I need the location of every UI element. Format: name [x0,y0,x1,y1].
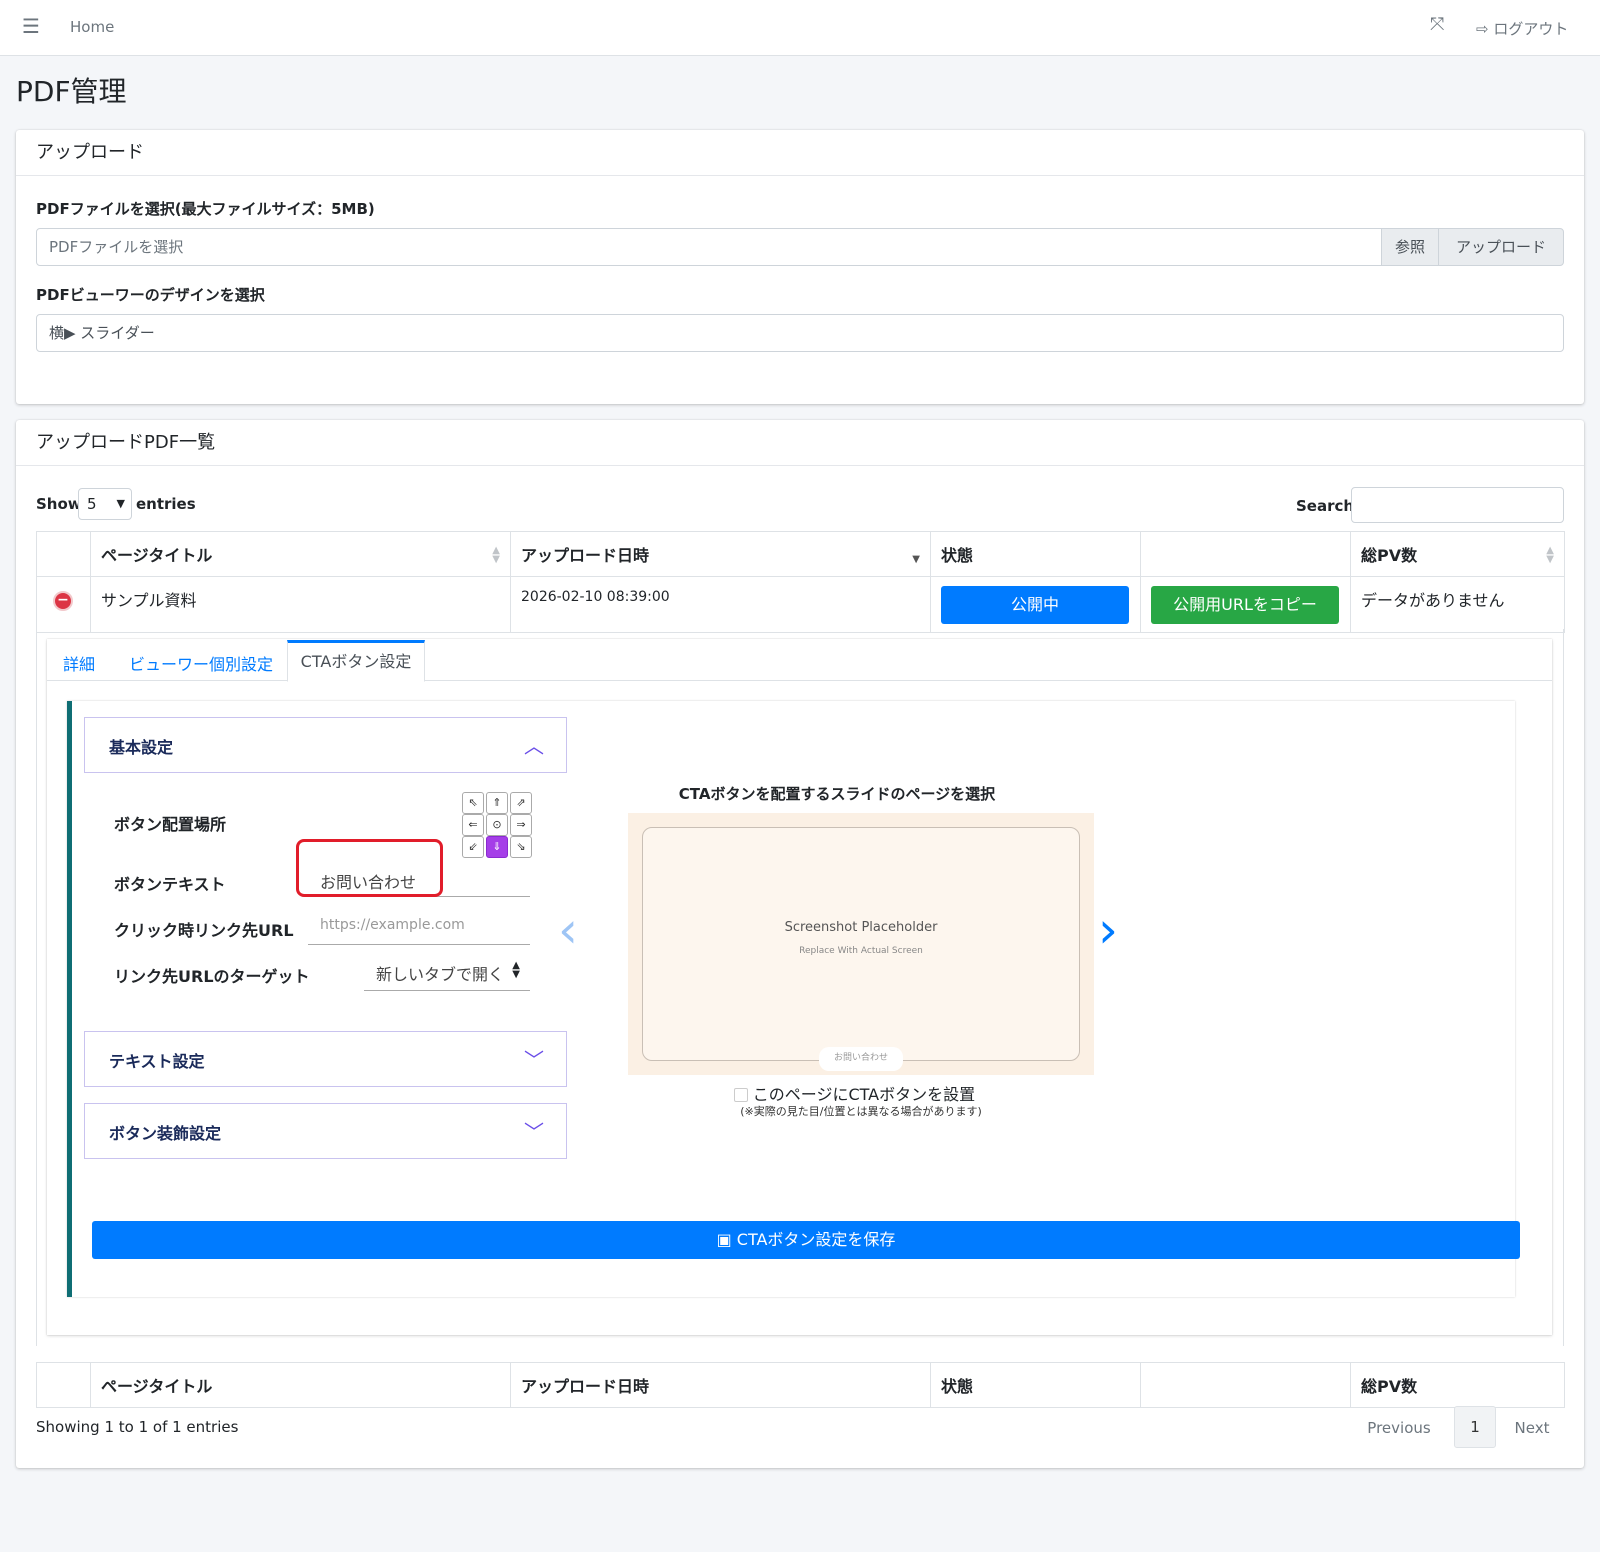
text-settings-accordion[interactable]: テキスト設定 ﹀ [84,1031,567,1087]
pdf-table-footer: ページタイトル アップロード日時 状態 総PV数 [36,1362,1565,1408]
detail-card: 詳細 ビューワー個別設定 CTAボタン設定 基本設定 ︿ ボタン配置場所 ボタン… [47,639,1552,1335]
page-checkbox[interactable]: このページにCTAボタンを設置 [734,1081,975,1105]
target-label: リンク先URLのターゲット [114,967,310,986]
upload-button[interactable]: アップロード [1438,228,1564,266]
row-status-cell: 公開中 [930,576,1141,633]
pagination-previous[interactable]: Previous [1358,1408,1440,1448]
sort-icon: ▲ ▼ [1546,545,1554,565]
row-date: 2026-02-10 08:39:00 [510,576,931,633]
select-arrows-icon: ▲ ▼ [512,960,520,980]
header-cell-pv[interactable]: 総PV数 ▲ ▼ [1350,531,1565,577]
search-input[interactable] [1351,487,1564,523]
chevron-down-icon: ﹀ [524,1120,544,1144]
table-info: Showing 1 to 1 of 1 entries [36,1418,239,1436]
pagination-page-1[interactable]: 1 [1454,1406,1496,1448]
logout-icon: ⇨ [1476,20,1489,38]
table-footer-row: ページタイトル アップロード日時 状態 総PV数 [36,1362,1565,1408]
position-cell-4[interactable]: ⊙ [486,814,508,836]
placeholder-sub: Replace With Actual Screen [799,946,923,956]
copy-url-button[interactable]: 公開用URLをコピー [1151,586,1339,624]
design-label: PDFビューワーのデザインを選択 [36,286,265,304]
footer-cell-control [36,1362,91,1408]
chevron-up-icon: ︿ [524,734,544,758]
row-pv: データがありません [1350,576,1565,633]
cta-panel: 基本設定 ︿ ボタン配置場所 ボタンテキスト クリック時リンク先URL リンク先… [67,701,1520,1297]
preview-note: (※実際の見た目/位置とは異なる場合があります) [740,1105,982,1118]
url-label: クリック時リンク先URL [114,921,294,940]
hamburger-icon[interactable]: ☰ [22,14,40,38]
position-cell-8[interactable]: ⇘ [510,836,532,858]
header-cell-title[interactable]: ページタイトル ▲ ▼ [90,531,511,577]
tab-cta-settings[interactable]: CTAボタン設定 [287,640,425,682]
logout-link[interactable]: ⇨ ログアウト [1476,18,1568,39]
header-cell-control [36,531,91,577]
footer-cell-date: アップロード日時 [510,1362,931,1408]
basic-settings-title: 基本設定 [109,738,174,757]
position-cell-7[interactable]: ⇓ [486,836,508,858]
expand-icon[interactable]: ⤧ [1430,14,1444,35]
table-header-row: ページタイトル ▲ ▼ アップロード日時 ▼ 状態 総PV数 ▲ ▼ [36,531,1565,577]
chevron-down-icon: ﹀ [524,1048,544,1072]
position-cell-6[interactable]: ⇙ [462,836,484,858]
sort-desc-icon: ▼ [912,554,920,565]
preview-title: CTAボタンを配置するスライドのページを選択 [678,785,996,803]
checkbox-icon[interactable] [734,1088,748,1102]
prev-slide-icon[interactable]: ‹ [558,901,578,959]
header-cell-status: 状態 [930,531,1141,577]
decoration-settings-accordion[interactable]: ボタン装飾設定 ﹀ [84,1103,567,1159]
chevron-down-icon: ▼ [116,497,125,510]
upload-card-header: アップロード [16,130,1584,176]
footer-cell-copy [1140,1362,1351,1408]
entries-label: entries [136,495,196,513]
position-cell-5[interactable]: ⇒ [510,814,532,836]
tab-details[interactable]: 詳細 [63,651,95,675]
show-label: Show [36,495,82,513]
row-title: サンプル資料 [90,576,511,633]
design-select[interactable]: 横▶ スライダー [36,314,1564,352]
browse-button[interactable]: 参照 [1381,228,1439,266]
slide-screen: Screenshot Placeholder Replace With Actu… [642,827,1080,1061]
target-select[interactable]: 新しいタブで開く ▲ ▼ [364,951,530,991]
preview-cta-button: お問い合わせ [819,1047,903,1071]
decoration-settings-title: ボタン装飾設定 [109,1124,222,1143]
text-settings-title: テキスト設定 [109,1052,205,1071]
nav-home-link[interactable]: Home [70,18,114,36]
basic-settings-accordion[interactable]: 基本設定 ︿ [84,717,567,773]
sort-icon: ▲ ▼ [492,545,500,565]
page-title: PDF管理 [16,75,127,108]
header-cell-copy [1140,531,1351,577]
row-control-cell: − [36,576,91,633]
position-cell-1[interactable]: ⇑ [486,792,508,814]
position-cell-2[interactable]: ⇗ [510,792,532,814]
tab-viewer-settings[interactable]: ビューワー個別設定 [129,651,273,675]
status-button[interactable]: 公開中 [941,586,1129,624]
collapse-row-icon[interactable]: − [53,591,73,611]
slide-preview[interactable]: Screenshot Placeholder Replace With Actu… [628,813,1094,1075]
url-input[interactable]: https://example.com [308,905,530,945]
next-slide-icon[interactable]: › [1098,901,1118,959]
position-cell-3[interactable]: ⇐ [462,814,484,836]
pdf-list-header: アップロードPDF一覧 [16,420,1584,466]
header-cell-date[interactable]: アップロード日時 ▼ [510,531,931,577]
pdf-list-card: アップロードPDF一覧 Show 5 ▼ entries Search: ページ… [16,420,1584,1468]
save-cta-button[interactable]: ▣ CTAボタン設定を保存 [92,1221,1520,1259]
placeholder-main: Screenshot Placeholder [784,920,938,935]
upload-card: アップロード PDFファイルを選択(最大ファイルサイズ：5MB) PDFファイル… [16,130,1584,404]
entries-select[interactable]: 5 ▼ [78,488,132,520]
pdf-table: ページタイトル ▲ ▼ アップロード日時 ▼ 状態 総PV数 ▲ ▼ − サンプル資料 2… [36,531,1565,633]
position-label: ボタン配置場所 [114,815,227,834]
position-cell-0[interactable]: ⇖ [462,792,484,814]
footer-cell-title: ページタイトル [90,1362,511,1408]
file-input[interactable]: PDFファイルを選択 [36,228,1382,266]
text-label: ボタンテキスト [114,875,226,894]
top-navbar: ☰ Home ⤧ ⇨ ログアウト [0,0,1600,56]
table-row: − サンプル資料 2026-02-10 08:39:00 公開中 公開用URLを… [36,576,1565,633]
save-icon: ▣ [716,1230,732,1249]
footer-cell-status: 状態 [930,1362,1141,1408]
file-label: PDFファイルを選択(最大ファイルサイズ：5MB) [36,200,375,218]
footer-cell-pv: 総PV数 [1350,1362,1565,1408]
row-copy-cell: 公開用URLをコピー [1140,576,1351,633]
highlight-box [296,839,443,897]
pagination-next[interactable]: Next [1506,1408,1558,1448]
